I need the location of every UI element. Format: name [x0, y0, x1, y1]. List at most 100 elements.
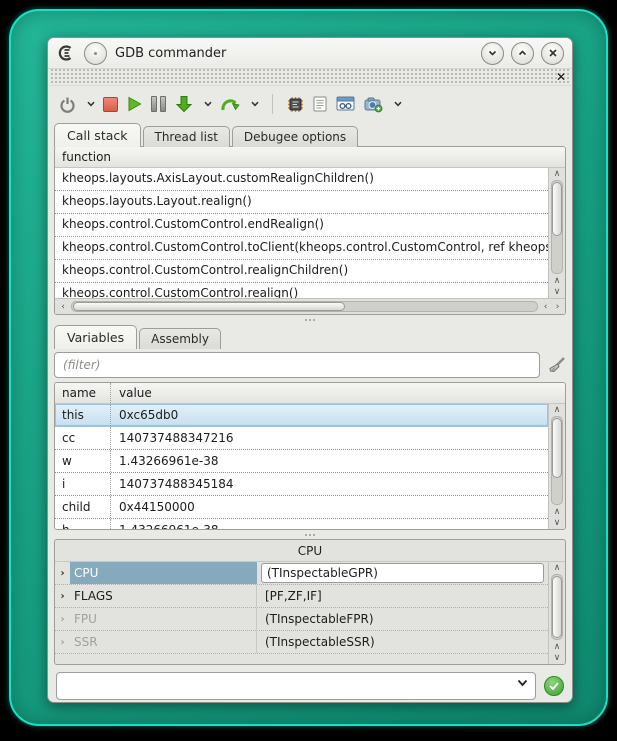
scroll-up-icon[interactable]: ∧: [549, 641, 565, 652]
scrollbar-thumb[interactable]: [73, 302, 345, 311]
column-header-name[interactable]: name: [55, 383, 111, 403]
callstack-row[interactable]: kheops.control.CustomControl.toClient(kh…: [55, 237, 548, 260]
window-title: GDB commander: [115, 46, 226, 61]
stop-button[interactable]: [102, 92, 119, 116]
variable-row[interactable]: child 0x44150000: [55, 496, 548, 519]
inspector-window-icon: [336, 96, 355, 112]
submit-command-button[interactable]: [544, 676, 564, 696]
scrollbar-track[interactable]: [71, 301, 538, 312]
cpu-row[interactable]: › FLAGS [PF,ZF,IF]: [55, 585, 548, 608]
shade-down-button[interactable]: [481, 42, 504, 65]
callstack-row[interactable]: kheops.control.CustomControl.endRealign(…: [55, 214, 548, 237]
callstack-vertical-scrollbar[interactable]: ∧ ∧ ∨: [548, 168, 565, 298]
scrollbar-track[interactable]: [551, 574, 563, 640]
power-icon: [59, 96, 76, 113]
column-header-value[interactable]: value: [111, 386, 565, 400]
splitter-handle[interactable]: [48, 530, 572, 539]
cpu-value-field[interactable]: (TInspectableGPR): [261, 563, 544, 583]
scroll-up-icon[interactable]: ∧: [549, 275, 565, 286]
expand-chevron-icon[interactable]: ›: [55, 568, 70, 579]
tab-variables[interactable]: Variables: [54, 325, 137, 349]
chevron-down-icon: [204, 101, 212, 107]
scrollbar-track[interactable]: [551, 180, 563, 274]
step-into-menu-chevron[interactable]: [204, 101, 212, 107]
variable-row[interactable]: i 140737488345184: [55, 473, 548, 496]
tab-call-stack[interactable]: Call stack: [54, 123, 141, 147]
command-row: [48, 665, 572, 703]
variables-vertical-scrollbar[interactable]: ∧ ∧ ∨: [548, 404, 565, 529]
scrollbar-thumb[interactable]: [552, 418, 562, 478]
scroll-up-icon[interactable]: ∧: [549, 506, 565, 517]
power-button[interactable]: [58, 92, 77, 116]
snapshot-menu-chevron[interactable]: [394, 101, 402, 107]
cpu-row[interactable]: › FPU (TInspectableFPR): [55, 608, 548, 631]
callstack-header-row: function: [55, 147, 565, 168]
dock-close-button[interactable]: ✕: [556, 69, 566, 85]
command-combobox[interactable]: [56, 672, 536, 700]
callstack-row[interactable]: kheops.control.CustomControl.realign(): [55, 283, 548, 298]
scrollbar-track[interactable]: [551, 416, 563, 505]
cpu-register-list: › CPU (TInspectableGPR) › FLAGS [PF,ZF,I…: [55, 562, 548, 664]
gdb-commander-window: GDB commander ✕: [47, 37, 573, 703]
clear-filter-button[interactable]: [547, 356, 566, 375]
cpu-panel: CPU › CPU (TInspectableGPR) › FLAGS [PF,…: [54, 539, 566, 665]
watch-window-button[interactable]: [335, 92, 356, 116]
chevron-down-icon: [394, 101, 402, 107]
step-into-button[interactable]: [174, 92, 194, 116]
tab-thread-list[interactable]: Thread list: [143, 126, 230, 147]
tab-debugee-options[interactable]: Debugee options: [232, 126, 358, 147]
scroll-up-icon[interactable]: ∧: [549, 404, 565, 415]
cpu-row[interactable]: › SSR (TInspectableSSR): [55, 631, 548, 654]
scroll-down-icon[interactable]: ∨: [549, 517, 565, 528]
titlebar-buttons: [481, 42, 564, 65]
step-over-menu-chevron[interactable]: [251, 101, 259, 107]
toolbar-separator: [272, 94, 273, 114]
variable-row[interactable]: w 1.43266961e-38: [55, 450, 548, 473]
window-menu-button[interactable]: [84, 42, 107, 65]
combo-dropdown-button[interactable]: [517, 679, 528, 687]
chevron-up-icon: [518, 50, 527, 56]
variable-row[interactable]: this 0xc65db0: [55, 404, 548, 427]
scroll-right-icon[interactable]: ›: [553, 301, 562, 312]
cpu-row[interactable]: › CPU (TInspectableGPR): [55, 562, 548, 585]
screenshot-stage: GDB commander ✕: [0, 0, 617, 741]
scrollbar-thumb[interactable]: [552, 576, 562, 638]
variables-list: this 0xc65db0 cc 140737488347216 w 1.432…: [55, 404, 548, 529]
scroll-down-icon[interactable]: ∨: [549, 652, 565, 663]
target-chip-button[interactable]: [286, 92, 305, 116]
dock-grip[interactable]: ✕: [49, 69, 571, 86]
scroll-down-icon[interactable]: ∨: [549, 286, 565, 297]
expand-chevron-icon[interactable]: ›: [55, 614, 70, 625]
tab-assembly[interactable]: Assembly: [139, 328, 221, 349]
callstack-row[interactable]: kheops.layouts.Layout.realign(): [55, 191, 548, 214]
callstack-horizontal-scrollbar[interactable]: ‹ ‹ ›: [55, 298, 565, 314]
column-header-function[interactable]: function: [55, 150, 111, 164]
expand-chevron-icon[interactable]: ›: [55, 591, 70, 602]
step-over-icon: [220, 96, 240, 113]
step-into-icon: [175, 95, 193, 113]
menu-dot-icon: [94, 52, 97, 55]
variable-row[interactable]: cc 140737488347216: [55, 427, 548, 450]
scroll-left-icon[interactable]: ‹: [541, 301, 550, 312]
splitter-handle[interactable]: [48, 315, 572, 324]
variables-header-row: name value: [55, 383, 565, 404]
expand-chevron-icon[interactable]: ›: [55, 637, 70, 648]
variable-row[interactable]: h 1.43266961e-38: [55, 519, 548, 529]
scroll-up-icon[interactable]: ∧: [549, 168, 565, 179]
cpu-vertical-scrollbar[interactable]: ∧ ∧ ∨: [548, 562, 565, 664]
scroll-left-icon[interactable]: ‹: [58, 301, 68, 312]
scroll-up-icon[interactable]: ∧: [549, 562, 565, 573]
power-menu-chevron[interactable]: [87, 101, 95, 107]
titlebar[interactable]: GDB commander: [48, 38, 572, 69]
step-over-button[interactable]: [219, 92, 241, 116]
run-button[interactable]: [126, 92, 143, 116]
command-log-button[interactable]: [312, 92, 328, 116]
callstack-row[interactable]: kheops.control.CustomControl.realignChil…: [55, 260, 548, 283]
callstack-row[interactable]: kheops.layouts.AxisLayout.customRealignC…: [55, 168, 548, 191]
filter-input[interactable]: [54, 352, 540, 378]
shade-up-button[interactable]: [511, 42, 534, 65]
close-button[interactable]: [541, 42, 564, 65]
snapshot-button[interactable]: [363, 92, 384, 116]
scrollbar-thumb[interactable]: [552, 182, 562, 236]
pause-button[interactable]: [150, 92, 167, 116]
